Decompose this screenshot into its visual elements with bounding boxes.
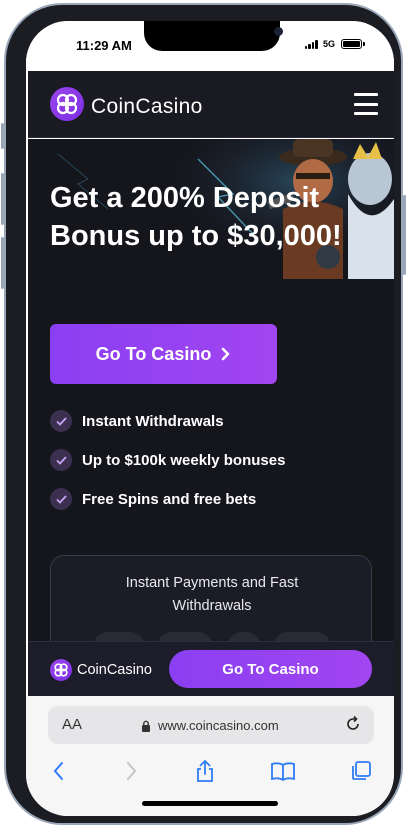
check-icon [50, 449, 72, 471]
site-header: CoinCasino [28, 71, 394, 138]
tabs-icon[interactable] [348, 758, 374, 784]
payments-title: Instant Payments and Fast Withdrawals [125, 575, 299, 614]
feature-label: Up to $100k weekly bonuses [82, 451, 286, 469]
feature-label: Free Spins and free bets [82, 490, 257, 508]
home-indicator[interactable] [142, 801, 278, 806]
status-indicators: 5G [304, 39, 365, 49]
chevron-right-icon [222, 347, 230, 361]
browser-toolbar [26, 754, 394, 788]
feature-item: Up to $100k weekly bonuses [50, 449, 286, 471]
share-icon[interactable] [192, 758, 218, 784]
status-bar: 11:29 AM 5G [26, 21, 394, 71]
back-icon[interactable] [46, 758, 72, 784]
signal-icon [304, 39, 318, 49]
phone-screen: 11:29 AM 5G CoinCasino Get a 200% Deposi… [26, 21, 394, 816]
battery-icon [341, 39, 365, 49]
hero-section: Get a 200% Deposit Bonus up to $30,000! … [28, 139, 394, 699]
notch [144, 21, 283, 51]
text-size-button[interactable]: AA [62, 716, 82, 733]
brand-name[interactable]: CoinCasino [91, 95, 203, 119]
features-list: Instant Withdrawals Up to $100k weekly b… [50, 410, 286, 528]
coincasino-logo-icon[interactable] [50, 659, 72, 681]
go-to-casino-label: Go To Casino [95, 343, 212, 364]
coincasino-logo-icon[interactable] [50, 87, 84, 121]
go-to-casino-button[interactable]: Go To Casino [50, 324, 277, 384]
volume-down-button [1, 237, 4, 289]
sticky-go-to-casino-button[interactable]: Go To Casino [169, 650, 372, 688]
check-icon [50, 488, 72, 510]
hamburger-menu-icon[interactable] [354, 93, 378, 115]
lock-icon [142, 720, 150, 732]
sticky-brand-name[interactable]: CoinCasino [77, 662, 152, 678]
safari-browser-chrome: AA www.coincasino.com [26, 696, 394, 816]
volume-up-button [1, 173, 4, 225]
check-icon [50, 410, 72, 432]
url-text[interactable]: www.coincasino.com [158, 718, 279, 733]
address-bar[interactable]: AA www.coincasino.com [48, 706, 374, 744]
hero-headline: Get a 200% Deposit Bonus up to $30,000! [50, 182, 342, 252]
camera-icon [274, 27, 283, 36]
phone-frame: 11:29 AM 5G CoinCasino Get a 200% Deposi… [1, 3, 406, 825]
power-button [403, 195, 406, 275]
side-button [1, 123, 4, 149]
reload-icon[interactable] [344, 715, 362, 733]
feature-label: Instant Withdrawals [82, 412, 224, 430]
network-label: 5G [322, 39, 335, 49]
sticky-cta-bar: CoinCasino Go To Casino [28, 641, 394, 696]
feature-item: Free Spins and free bets [50, 488, 285, 510]
bookmarks-icon[interactable] [270, 758, 296, 784]
feature-item: Instant Withdrawals [50, 410, 285, 432]
forward-icon[interactable] [118, 758, 144, 784]
status-time: 11:29 AM [76, 38, 132, 53]
